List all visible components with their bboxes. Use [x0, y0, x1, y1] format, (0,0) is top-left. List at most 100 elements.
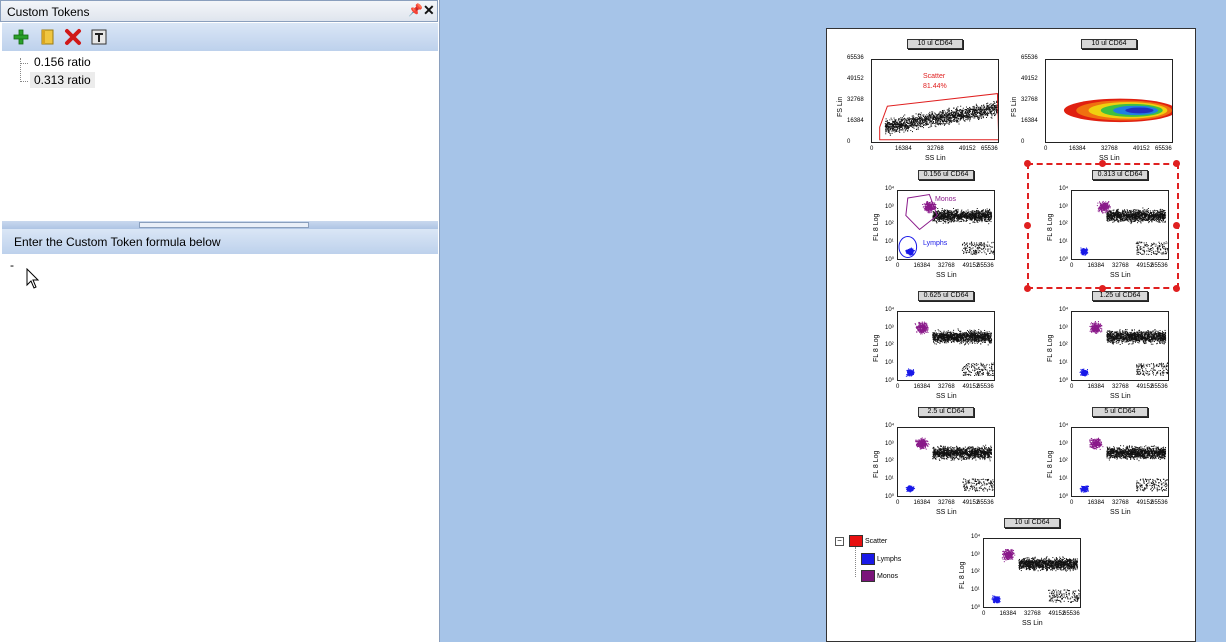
event-dot	[919, 118, 921, 120]
x-tick-label: 0	[896, 263, 900, 269]
event-dot	[1130, 209, 1132, 211]
event-dot	[985, 248, 987, 250]
event-dot	[989, 208, 991, 210]
event-dot	[980, 114, 982, 116]
copy-token-button[interactable]	[36, 26, 58, 48]
event-dot	[920, 114, 922, 116]
event-dot	[965, 250, 967, 252]
event-dot	[986, 213, 988, 215]
event-dot	[985, 214, 987, 216]
event-dot	[1159, 212, 1161, 214]
event-dot	[968, 111, 970, 113]
close-icon[interactable]: ✕	[423, 2, 435, 19]
event-dot	[1142, 218, 1144, 220]
y-axis-label: FS Lin	[1011, 96, 1018, 117]
event-dot	[909, 250, 911, 252]
event-dot	[987, 249, 989, 251]
event-dot	[940, 214, 942, 216]
event-dot	[1149, 249, 1151, 251]
event-dot	[931, 119, 933, 121]
event-dot	[1103, 212, 1105, 214]
event-dot	[996, 110, 998, 112]
event-dot	[975, 253, 977, 255]
event-dot	[992, 251, 994, 253]
event-dot	[937, 119, 939, 121]
event-dot	[963, 242, 965, 244]
event-dot	[948, 217, 950, 219]
event-dot	[953, 107, 955, 109]
event-dot	[1134, 220, 1136, 222]
event-dot	[1149, 213, 1151, 215]
event-dot	[954, 210, 956, 212]
event-dot	[1119, 220, 1121, 222]
event-dot	[949, 216, 951, 218]
event-dot	[955, 112, 957, 114]
event-dot	[931, 125, 933, 127]
event-dot	[1160, 211, 1162, 213]
event-dot	[927, 212, 929, 214]
event-dot	[934, 117, 936, 119]
event-dot	[940, 216, 942, 218]
pin-icon[interactable]: 📌	[408, 3, 423, 17]
event-dot	[1140, 211, 1142, 213]
splitter[interactable]	[2, 221, 438, 229]
event-dot	[961, 113, 963, 115]
event-dot	[978, 212, 980, 214]
event-dot	[983, 106, 985, 108]
event-dot	[990, 214, 992, 216]
token-item-0313[interactable]: 0.313 ratio	[30, 72, 95, 88]
token-item-0156[interactable]: 0.156 ratio	[30, 54, 95, 70]
y-tick-label: 10³	[885, 203, 894, 210]
event-dot	[902, 120, 904, 122]
splitter-grip[interactable]	[139, 222, 309, 228]
event-dot	[974, 107, 976, 109]
event-dot	[948, 220, 950, 222]
event-dot	[984, 252, 986, 254]
event-dot	[1152, 210, 1154, 212]
event-dot	[924, 209, 926, 211]
plot-title: 0.313 ul CD64	[1092, 170, 1148, 180]
event-dot	[963, 109, 965, 111]
formula-input[interactable]	[2, 254, 438, 642]
event-dot	[886, 119, 888, 121]
event-dot	[940, 212, 942, 214]
event-dot	[889, 123, 891, 125]
event-dot	[1160, 209, 1162, 211]
event-dot	[1142, 214, 1144, 216]
event-dot	[955, 114, 957, 116]
event-dot	[904, 117, 906, 119]
event-dot	[973, 214, 975, 216]
event-dot	[943, 124, 945, 126]
event-dot	[1107, 214, 1109, 216]
event-dot	[1141, 248, 1143, 250]
event-dot	[973, 107, 975, 109]
event-dot	[977, 219, 979, 221]
event-dot	[937, 121, 939, 123]
event-dot	[911, 115, 913, 117]
event-dot	[960, 211, 962, 213]
event-dot	[992, 109, 994, 111]
add-token-button[interactable]	[10, 26, 32, 48]
event-dot	[897, 127, 899, 129]
event-dot	[931, 207, 933, 209]
event-dot	[956, 110, 958, 112]
event-dot	[912, 252, 914, 254]
event-dot	[1107, 211, 1109, 213]
event-dot	[938, 118, 940, 120]
event-dot	[926, 119, 928, 121]
y-tick-label: 49152	[847, 76, 864, 82]
event-dot	[893, 121, 895, 123]
event-dot	[948, 116, 950, 118]
event-dot	[975, 211, 977, 213]
event-dot	[992, 103, 994, 105]
event-dot	[913, 250, 915, 252]
event-dot	[974, 250, 976, 252]
event-dot	[1110, 214, 1112, 216]
text-format-button[interactable]	[88, 26, 110, 48]
event-dot	[982, 109, 984, 111]
delete-token-button[interactable]	[62, 26, 84, 48]
event-dot	[1115, 211, 1117, 213]
event-dot	[980, 217, 982, 219]
event-dot	[1142, 211, 1144, 213]
event-dot	[1117, 211, 1119, 213]
